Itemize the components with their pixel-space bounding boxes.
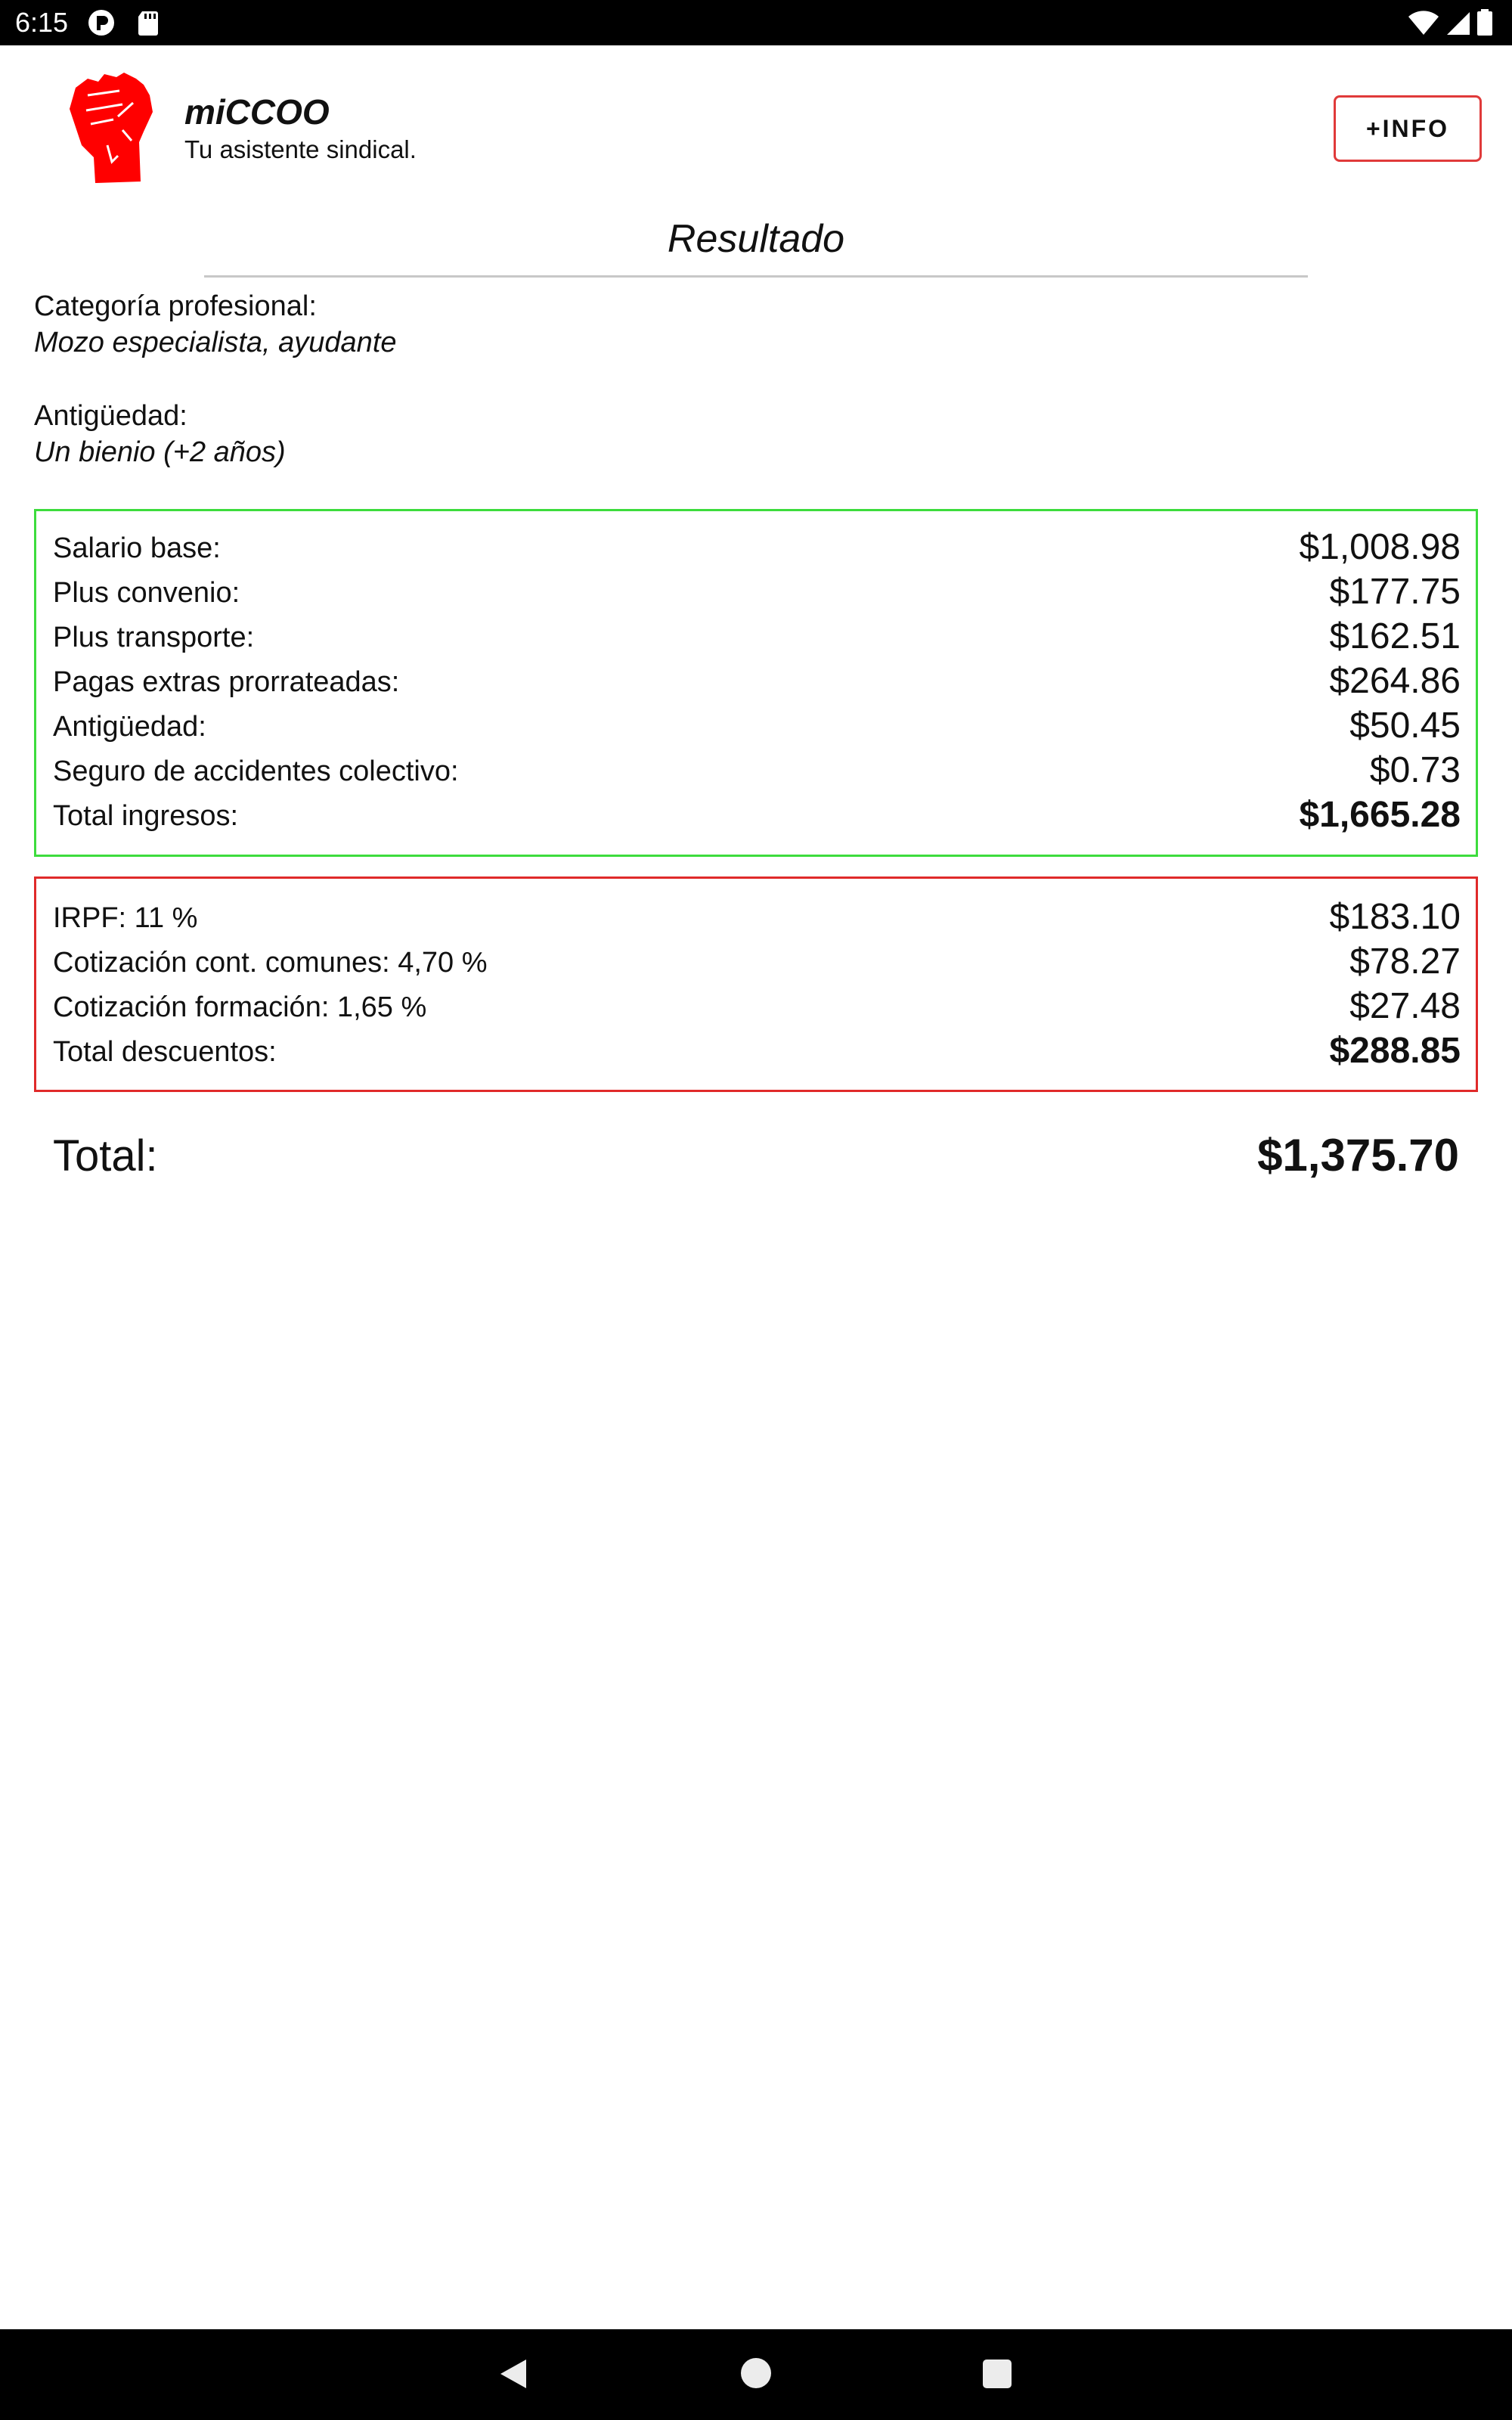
page-title: Resultado — [667, 217, 845, 261]
notification-app-icon — [88, 10, 114, 36]
row-label: Plus convenio: — [53, 577, 240, 609]
income-total-row: Total ingresos: $1,665.28 — [53, 794, 1461, 838]
home-icon[interactable] — [741, 2358, 771, 2388]
info-button[interactable]: +INFO — [1334, 95, 1482, 162]
status-bar: 6:15 — [0, 0, 1512, 45]
seniority-label: Antigüedad: — [34, 400, 187, 432]
income-row-antiguedad: Antigüedad: $50.45 — [53, 705, 1461, 749]
row-label: Cotización cont. comunes: 4,70 % — [53, 947, 488, 979]
deduction-row-contingencias: Cotización cont. comunes: 4,70 % $78.27 — [53, 941, 1461, 985]
app-name: miCCOO — [184, 92, 330, 132]
row-value: $0.73 — [1369, 750, 1461, 790]
row-label: Cotización formación: 1,65 % — [53, 991, 427, 1023]
row-value: $162.51 — [1329, 616, 1461, 656]
battery-icon — [1477, 9, 1492, 36]
row-value: $264.86 — [1329, 661, 1461, 701]
row-value: $1,008.98 — [1299, 527, 1461, 567]
row-value: $78.27 — [1349, 942, 1461, 982]
row-label: Pagas extras prorrateadas: — [53, 666, 400, 698]
deductions-total-value: $288.85 — [1329, 1031, 1461, 1071]
back-icon[interactable] — [494, 2355, 532, 2393]
deduction-row-irpf: IRPF: 11 % $183.10 — [53, 896, 1461, 940]
income-row-base-salary: Salario base: $1,008.98 — [53, 526, 1461, 570]
income-row-seguro: Seguro de accidentes colectivo: $0.73 — [53, 749, 1461, 793]
category-label: Categoría profesional: — [34, 290, 317, 322]
row-label: IRPF: 11 % — [53, 902, 198, 934]
income-box: Salario base: $1,008.98 Plus convenio: $… — [34, 509, 1478, 857]
income-total-label: Total ingresos: — [53, 800, 239, 832]
category-value: Mozo especialista, ayudante — [34, 327, 397, 358]
row-value: $183.10 — [1329, 897, 1461, 937]
signal-icon — [1447, 12, 1470, 35]
income-total-value: $1,665.28 — [1299, 795, 1461, 835]
row-value: $177.75 — [1329, 572, 1461, 612]
wifi-icon — [1408, 11, 1439, 35]
raised-fist-icon — [70, 73, 153, 183]
app-tagline: Tu asistente sindical. — [184, 135, 417, 163]
income-row-pagas-extras: Pagas extras prorrateadas: $264.86 — [53, 660, 1461, 704]
row-label: Antigüedad: — [53, 711, 206, 743]
seniority-value: Un bienio (+2 años) — [34, 436, 286, 468]
deductions-box: IRPF: 11 % $183.10 Cotización cont. comu… — [34, 876, 1478, 1092]
title-divider — [204, 275, 1308, 278]
row-value: $50.45 — [1349, 706, 1461, 746]
grand-total-value: $1,375.70 — [1257, 1130, 1459, 1181]
income-row-plus-transporte: Plus transporte: $162.51 — [53, 616, 1461, 659]
row-label: Salario base: — [53, 532, 221, 564]
row-label: Plus transporte: — [53, 622, 255, 653]
sd-card-icon — [138, 11, 158, 36]
row-label: Seguro de accidentes colectivo: — [53, 755, 459, 787]
row-value: $27.48 — [1349, 986, 1461, 1026]
income-row-plus-convenio: Plus convenio: $177.75 — [53, 571, 1461, 615]
deductions-total-row: Total descuentos: $288.85 — [53, 1030, 1461, 1074]
deductions-total-label: Total descuentos: — [53, 1036, 277, 1068]
grand-total-label: Total: — [53, 1131, 158, 1181]
deduction-row-formacion: Cotización formación: 1,65 % $27.48 — [53, 985, 1461, 1029]
status-time: 6:15 — [15, 7, 69, 38]
recents-icon[interactable] — [983, 2360, 1012, 2388]
